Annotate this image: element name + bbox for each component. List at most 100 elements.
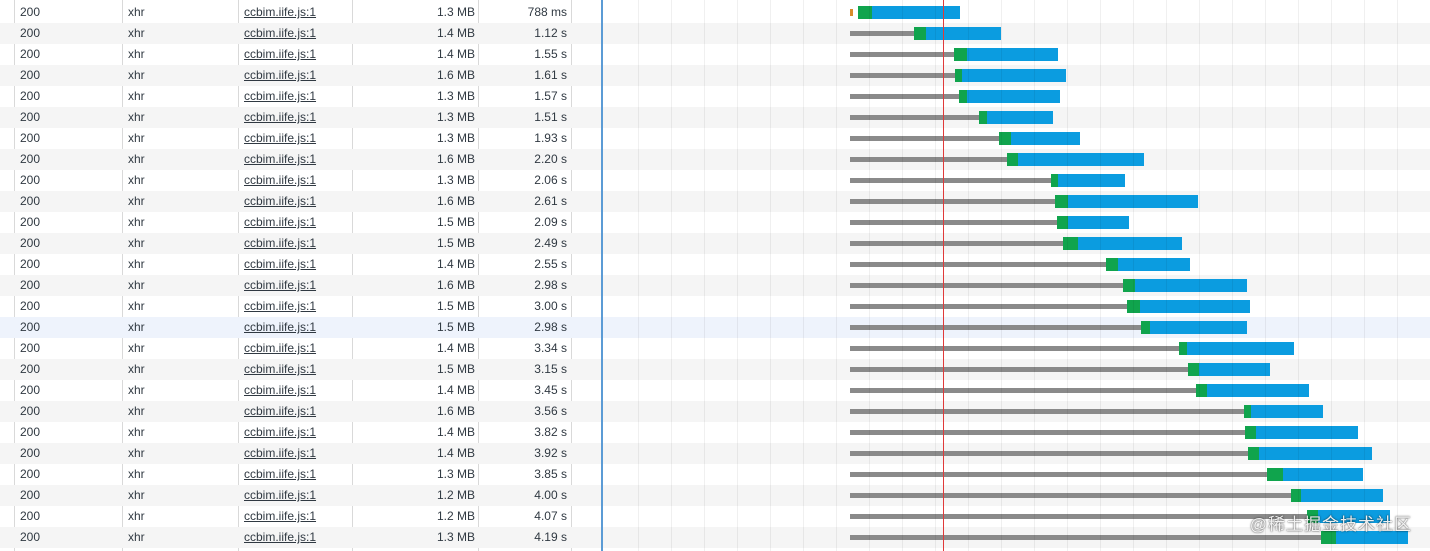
initiator-link[interactable]: ccbim.iife.js:1: [244, 380, 349, 401]
waterfall-ttfb-segment: [1007, 153, 1018, 166]
size-cell: 1.3 MB: [436, 467, 475, 481]
table-row[interactable]: 200 xhr ccbim.iife.js:1 1.4 MB 3.82 s: [0, 422, 1430, 443]
time-cell: 2.09 s: [534, 215, 567, 229]
waterfall-ttfb-segment: [955, 69, 962, 82]
type-cell: xhr: [128, 215, 145, 229]
waterfall-ttfb-segment: [1307, 510, 1318, 523]
waterfall-gridline: [737, 0, 738, 551]
table-row[interactable]: 200 xhr ccbim.iife.js:1 1.5 MB 2.49 s: [0, 233, 1430, 254]
table-row[interactable]: 200 xhr ccbim.iife.js:1 1.6 MB 2.20 s: [0, 149, 1430, 170]
table-row[interactable]: 200 xhr ccbim.iife.js:1 1.6 MB 1.61 s: [0, 65, 1430, 86]
initiator-link[interactable]: ccbim.iife.js:1: [244, 212, 349, 233]
size-cell: 1.2 MB: [436, 509, 475, 523]
initiator-link[interactable]: ccbim.iife.js:1: [244, 191, 349, 212]
initiator-link[interactable]: ccbim.iife.js:1: [244, 527, 349, 548]
waterfall-waiting-segment: [850, 9, 853, 16]
table-row[interactable]: 200 xhr ccbim.iife.js:1 1.5 MB 3.15 s: [0, 359, 1430, 380]
initiator-link[interactable]: ccbim.iife.js:1: [244, 149, 349, 170]
table-row[interactable]: 200 xhr ccbim.iife.js:1 1.4 MB 3.45 s: [0, 380, 1430, 401]
waterfall-download-segment: [967, 48, 1058, 61]
waterfall-ttfb-segment: [1267, 468, 1283, 481]
initiator-link[interactable]: ccbim.iife.js:1: [244, 506, 349, 527]
initiator-link[interactable]: ccbim.iife.js:1: [244, 128, 349, 149]
initiator-link[interactable]: ccbim.iife.js:1: [244, 44, 349, 65]
waterfall-gridline: [902, 0, 903, 551]
table-row[interactable]: 200 xhr ccbim.iife.js:1 1.3 MB 1.51 s: [0, 107, 1430, 128]
waterfall-ttfb-segment: [1063, 237, 1078, 250]
waterfall-download-segment: [1199, 363, 1270, 376]
waterfall-download-segment: [1283, 468, 1363, 481]
status-cell: 200: [20, 26, 41, 40]
initiator-link[interactable]: ccbim.iife.js:1: [244, 338, 349, 359]
time-cell: 788 ms: [527, 5, 567, 19]
initiator-link[interactable]: ccbim.iife.js:1: [244, 170, 349, 191]
initiator-link[interactable]: ccbim.iife.js:1: [244, 65, 349, 86]
table-row[interactable]: 200 xhr ccbim.iife.js:1 1.4 MB 1.55 s: [0, 44, 1430, 65]
initiator-link[interactable]: ccbim.iife.js:1: [244, 254, 349, 275]
initiator-link[interactable]: ccbim.iife.js:1: [244, 317, 349, 338]
time-cell: 1.55 s: [534, 47, 567, 61]
table-row[interactable]: 200 xhr ccbim.iife.js:1 1.3 MB 3.85 s: [0, 464, 1430, 485]
initiator-link[interactable]: ccbim.iife.js:1: [244, 23, 349, 44]
status-cell: 200: [20, 215, 41, 229]
size-cell: 1.4 MB: [436, 47, 475, 61]
type-cell: xhr: [128, 362, 145, 376]
size-cell: 1.6 MB: [436, 152, 475, 166]
status-cell: 200: [20, 383, 41, 397]
waterfall-gridline: [1166, 0, 1167, 551]
table-row[interactable]: 200 xhr ccbim.iife.js:1 1.2 MB 4.07 s: [0, 506, 1430, 527]
table-row[interactable]: 200 xhr ccbim.iife.js:1 1.6 MB 2.98 s: [0, 275, 1430, 296]
table-row[interactable]: 200 xhr ccbim.iife.js:1 1.6 MB 3.56 s: [0, 401, 1430, 422]
initiator-link[interactable]: ccbim.iife.js:1: [244, 275, 349, 296]
initiator-link[interactable]: ccbim.iife.js:1: [244, 107, 349, 128]
status-cell: 200: [20, 68, 41, 82]
table-row[interactable]: 200 xhr ccbim.iife.js:1 1.3 MB 1.57 s: [0, 86, 1430, 107]
table-row[interactable]: 200 xhr ccbim.iife.js:1 1.5 MB 3.00 s: [0, 296, 1430, 317]
table-row[interactable]: 200 xhr ccbim.iife.js:1 1.3 MB 788 ms: [0, 2, 1430, 23]
waterfall-waiting-segment: [850, 304, 1127, 309]
table-row[interactable]: 200 xhr ccbim.iife.js:1 1.3 MB 4.19 s: [0, 527, 1430, 548]
status-cell: 200: [20, 425, 41, 439]
type-cell: xhr: [128, 320, 145, 334]
table-row[interactable]: 200 xhr ccbim.iife.js:1 1.5 MB 2.98 s: [0, 317, 1430, 338]
waterfall-ttfb-segment: [1188, 363, 1199, 376]
table-row[interactable]: 200 xhr ccbim.iife.js:1 1.4 MB 3.92 s: [0, 443, 1430, 464]
initiator-link[interactable]: ccbim.iife.js:1: [244, 464, 349, 485]
time-cell: 3.00 s: [534, 299, 567, 313]
initiator-link[interactable]: ccbim.iife.js:1: [244, 443, 349, 464]
initiator-link[interactable]: ccbim.iife.js:1: [244, 2, 349, 23]
initiator-link[interactable]: ccbim.iife.js:1: [244, 359, 349, 380]
type-cell: xhr: [128, 446, 145, 460]
initiator-link[interactable]: ccbim.iife.js:1: [244, 422, 349, 443]
waterfall-gridline: [1199, 0, 1200, 551]
initiator-link[interactable]: ccbim.iife.js:1: [244, 296, 349, 317]
table-row[interactable]: 200 xhr ccbim.iife.js:1 1.4 MB 2.55 s: [0, 254, 1430, 275]
table-row[interactable]: 200 xhr ccbim.iife.js:1 1.4 MB 3.34 s: [0, 338, 1430, 359]
size-cell: 1.4 MB: [436, 446, 475, 460]
status-cell: 200: [20, 488, 41, 502]
type-cell: xhr: [128, 26, 145, 40]
waterfall-waiting-segment: [850, 409, 1244, 414]
table-row[interactable]: 200 xhr ccbim.iife.js:1 1.5 MB 2.09 s: [0, 212, 1430, 233]
initiator-link[interactable]: ccbim.iife.js:1: [244, 233, 349, 254]
table-row[interactable]: 200 xhr ccbim.iife.js:1 1.6 MB 2.61 s: [0, 191, 1430, 212]
table-row[interactable]: 200 xhr ccbim.iife.js:1 1.2 MB 4.00 s: [0, 485, 1430, 506]
size-cell: 1.5 MB: [436, 299, 475, 313]
table-row[interactable]: 200 xhr ccbim.iife.js:1 1.3 MB 2.06 s: [0, 170, 1430, 191]
status-cell: 200: [20, 131, 41, 145]
status-cell: 200: [20, 278, 41, 292]
table-row[interactable]: 200 xhr ccbim.iife.js:1 1.4 MB 1.12 s: [0, 23, 1430, 44]
initiator-link[interactable]: ccbim.iife.js:1: [244, 86, 349, 107]
time-cell: 2.55 s: [534, 257, 567, 271]
time-cell: 2.98 s: [534, 278, 567, 292]
waterfall-download-segment: [1140, 300, 1250, 313]
waterfall-download-segment: [1301, 489, 1383, 502]
initiator-link[interactable]: ccbim.iife.js:1: [244, 401, 349, 422]
waterfall-gridline: [770, 0, 771, 551]
size-cell: 1.6 MB: [436, 404, 475, 418]
status-cell: 200: [20, 467, 41, 481]
size-cell: 1.3 MB: [436, 5, 475, 19]
table-row[interactable]: 200 xhr ccbim.iife.js:1 1.3 MB 1.93 s: [0, 128, 1430, 149]
initiator-link[interactable]: ccbim.iife.js:1: [244, 485, 349, 506]
waterfall-waiting-segment: [850, 157, 1007, 162]
